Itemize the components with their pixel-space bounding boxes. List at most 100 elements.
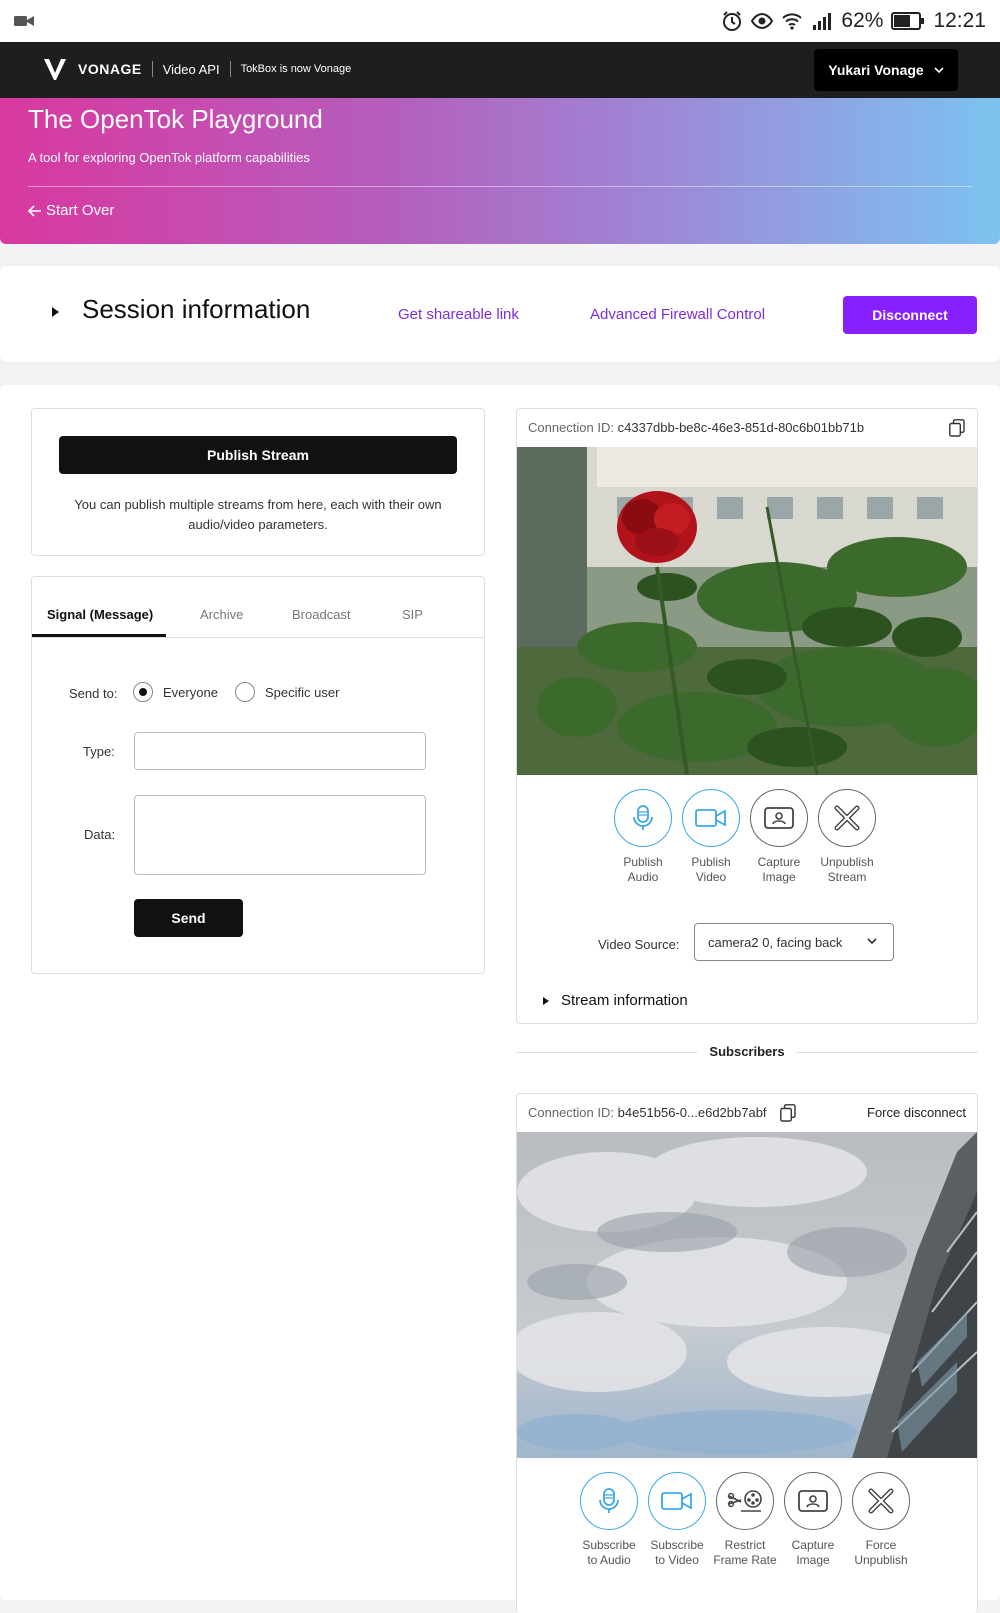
radio-specific-user-label[interactable]: Specific user — [265, 685, 339, 700]
force-unpublish-button[interactable]: Force Unpublish — [847, 1472, 915, 1568]
start-over-link[interactable]: Start Over — [28, 202, 114, 219]
publisher-video — [517, 447, 977, 775]
video-source-value: camera2 0, facing back — [708, 934, 843, 950]
stream-information-toggle[interactable]: Stream information — [543, 992, 688, 1009]
main-panel: Publish Stream You can publish multiple … — [0, 385, 1000, 1613]
tab-signal[interactable]: Signal (Message) — [47, 607, 153, 622]
capture-image-button[interactable]: Capture Image — [745, 789, 813, 885]
status-bar: 62% 12:21 — [0, 0, 1000, 42]
copy-icon[interactable] — [949, 419, 965, 437]
hero-banner: The OpenTok Playground A tool for explor… — [0, 98, 1000, 244]
user-name: Yukari Vonage — [828, 62, 924, 78]
restrict-frame-rate-label: Restrict Frame Rate — [713, 1538, 777, 1567]
subscribe-audio-circle[interactable] — [580, 1472, 638, 1530]
vonage-v-icon — [44, 59, 66, 80]
video-source-select[interactable]: camera2 0, facing back — [694, 923, 894, 961]
subscriber-connection-bar: Connection ID: b4e51b56-0...e6d2bb7abf F… — [517, 1094, 977, 1132]
battery-icon — [891, 12, 925, 30]
arrow-left-icon — [28, 204, 41, 217]
subscribers-header: Subscribers — [516, 1043, 978, 1063]
video-source-label: Video Source: — [598, 937, 680, 952]
subscribe-audio-button[interactable]: Subscribe to Audio — [575, 1472, 643, 1568]
type-input[interactable] — [134, 732, 426, 770]
connection-id-label: Connection ID: — [528, 420, 614, 435]
unpublish-x-icon — [834, 805, 860, 831]
divider — [151, 61, 153, 77]
publish-note: You can publish multiple streams from he… — [74, 497, 442, 532]
restrict-frame-rate-circle[interactable] — [716, 1472, 774, 1530]
type-label: Type: — [83, 744, 115, 759]
publish-audio-button[interactable]: Publish Audio — [609, 789, 677, 885]
radio-specific-user[interactable] — [235, 682, 255, 702]
connection-id-value: c4337dbb-be8c-46e3-851d-80c6b01bb71b — [617, 420, 865, 435]
publish-audio-circle[interactable] — [614, 789, 672, 847]
send-to-label: Send to: — [69, 686, 118, 701]
battery-percent: 62% — [841, 9, 884, 32]
unpublish-stream-button[interactable]: Unpublish Stream — [813, 789, 881, 885]
page-title: The OpenTok Playground — [28, 104, 323, 134]
connection-id-text: Connection ID: b4e51b56-0...e6d2bb7abf — [528, 1105, 767, 1120]
tab-sip[interactable]: SIP — [402, 607, 423, 622]
video-camera-icon — [695, 809, 726, 827]
subscriber-capture-image-button[interactable]: Capture Image — [779, 1472, 847, 1568]
shareable-link[interactable]: Get shareable link — [398, 306, 519, 323]
microphone-icon — [599, 1488, 619, 1513]
capture-image-circle[interactable] — [750, 789, 808, 847]
publish-audio-label: Publish Audio — [623, 855, 663, 884]
data-textarea[interactable] — [134, 795, 426, 875]
force-unpublish-x-icon — [868, 1488, 894, 1514]
publish-video-circle[interactable] — [682, 789, 740, 847]
session-title[interactable]: Session information — [82, 294, 310, 325]
publish-video-label: Publish Video — [691, 855, 731, 884]
publisher-controls: Publish Audio Publish Video Capture Image U… — [609, 789, 881, 885]
subscribe-video-button[interactable]: Subscribe to Video — [643, 1472, 711, 1568]
disconnect-button[interactable]: Disconnect — [843, 296, 977, 334]
hero-divider — [28, 186, 972, 187]
publish-card: Publish Stream You can publish multiple … — [31, 408, 485, 556]
restrict-frame-rate-button[interactable]: Restrict Frame Rate — [711, 1472, 779, 1568]
tab-bar: Signal (Message) Archive Broadcast SIP — [32, 577, 484, 638]
capture-image-icon — [798, 1490, 828, 1512]
radio-everyone-label[interactable]: Everyone — [163, 685, 218, 700]
firewall-control-link[interactable]: Advanced Firewall Control — [590, 306, 765, 323]
expand-triangle-icon[interactable] — [52, 307, 59, 317]
clock: 12:21 — [933, 9, 986, 32]
subscriber-video — [517, 1132, 977, 1458]
tab-archive[interactable]: Archive — [200, 607, 243, 622]
subscribers-title: Subscribers — [697, 1044, 797, 1059]
divider — [229, 61, 231, 77]
capture-image-icon — [764, 807, 794, 829]
microphone-icon — [633, 805, 653, 830]
product-name: Video API — [162, 61, 220, 77]
radio-everyone[interactable] — [133, 682, 153, 702]
copy-icon[interactable] — [780, 1104, 796, 1122]
page-subtitle: A tool for exploring OpenTok platform ca… — [28, 150, 310, 165]
film-reel-icon — [727, 1490, 762, 1512]
user-menu-button[interactable]: Yukari Vonage — [814, 49, 958, 91]
publish-stream-button[interactable]: Publish Stream — [59, 436, 457, 474]
unpublish-stream-circle[interactable] — [818, 789, 876, 847]
session-bar: Session information Get shareable link A… — [0, 266, 1000, 362]
publisher-connection-bar: Connection ID: c4337dbb-be8c-46e3-851d-8… — [517, 409, 977, 447]
subscribe-video-circle[interactable] — [648, 1472, 706, 1530]
connection-id-text: Connection ID: c4337dbb-be8c-46e3-851d-8… — [528, 420, 864, 435]
video-camera-icon — [661, 1492, 692, 1510]
send-button[interactable]: Send — [134, 899, 243, 937]
connection-id-label: Connection ID: — [528, 1105, 614, 1120]
capture-image-label: Capture Image — [757, 855, 801, 884]
force-unpublish-circle[interactable] — [852, 1472, 910, 1530]
publisher-card: Connection ID: c4337dbb-be8c-46e3-851d-8… — [516, 408, 978, 1024]
publish-video-button[interactable]: Publish Video — [677, 789, 745, 885]
expand-triangle-icon — [543, 996, 549, 1005]
sky-video-frame — [517, 1132, 977, 1458]
subscribe-video-label: Subscribe to Video — [650, 1538, 704, 1567]
subscriber-card: Connection ID: b4e51b56-0...e6d2bb7abf F… — [516, 1093, 978, 1613]
subscriber-controls: Subscribe to Audio Subscribe to Video Rest… — [575, 1472, 915, 1568]
force-disconnect-link[interactable]: Force disconnect — [867, 1105, 966, 1120]
subscriber-capture-image-circle[interactable] — [784, 1472, 842, 1530]
signal-icon — [813, 13, 832, 30]
force-unpublish-label: Force Unpublish — [854, 1538, 908, 1567]
vonage-logo[interactable]: VONAGE Video API TokBox is now Vonage — [42, 56, 351, 82]
tab-broadcast[interactable]: Broadcast — [292, 607, 351, 622]
connection-id-value: b4e51b56-0...e6d2bb7abf — [617, 1105, 767, 1120]
